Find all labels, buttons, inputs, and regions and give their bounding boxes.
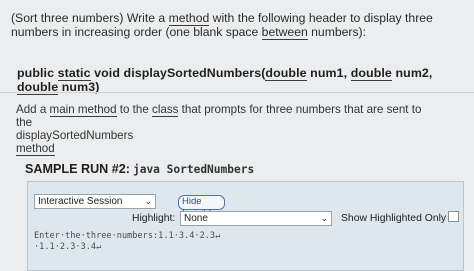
method-link[interactable]: method (16, 142, 55, 156)
show-highlighted-label: Show Highlighted Only (341, 213, 447, 224)
intro-text: (Sort three numbers) Write a (11, 11, 169, 25)
kw-double[interactable]: double (350, 66, 392, 81)
sample-run-heading: SAMPLE RUN #2: java SortedNumbers (25, 162, 254, 176)
main-method-link[interactable]: main method (49, 103, 117, 117)
highlight-value: None (184, 213, 208, 224)
param: num1, (306, 66, 351, 80)
divider (0, 92, 474, 93)
method-link[interactable]: method (168, 11, 210, 26)
class-link[interactable]: class (152, 103, 179, 117)
chevron-down-icon: ⌄ (144, 196, 152, 206)
param: num2, (391, 66, 433, 80)
hide-invisibles-button[interactable]: Hide Invisibles (178, 195, 226, 219)
session-mode-value: Interactive Session (38, 196, 123, 207)
between-link[interactable]: between (261, 25, 308, 40)
console-output: Enter·the·three·numbers:1.1·3.4·2.3↵ ·1.… (34, 231, 458, 253)
task-text: to the (116, 103, 153, 116)
task-text: Add a (16, 103, 50, 116)
kw-public: public (17, 66, 58, 80)
console-line: ·1.1·2.3·3.4↵ (34, 242, 102, 252)
kw-static[interactable]: static (57, 66, 91, 81)
problem-statement: (Sort three numbers) Write a method with… (11, 11, 461, 40)
method-header: public static void displaySortedNumbers(… (17, 66, 467, 95)
session-mode-select[interactable]: Interactive Session ⌄ (34, 194, 156, 209)
task-instructions: Add a main method to the class that prom… (16, 103, 436, 156)
chevron-down-icon: ⌄ (320, 213, 328, 223)
console-line: Enter·the·three·numbers:1.1·3.4·2.3↵ (34, 231, 221, 241)
method-name: void displaySortedNumbers( (90, 66, 266, 80)
intro-text: numbers): (307, 25, 366, 39)
show-highlighted-checkbox[interactable] (448, 211, 459, 222)
highlight-select[interactable]: None ⌄ (180, 211, 332, 226)
kw-double[interactable]: double (265, 66, 307, 81)
highlight-label: Highlight: (132, 213, 176, 224)
sample-run-command: java SortedNumbers (132, 163, 255, 176)
sample-run-label: SAMPLE RUN #2: (25, 162, 130, 176)
task-text: displaySortedNumbers (16, 129, 134, 142)
interactive-session-panel: Interactive Session ⌄ Hide Invisibles Hi… (27, 181, 464, 271)
